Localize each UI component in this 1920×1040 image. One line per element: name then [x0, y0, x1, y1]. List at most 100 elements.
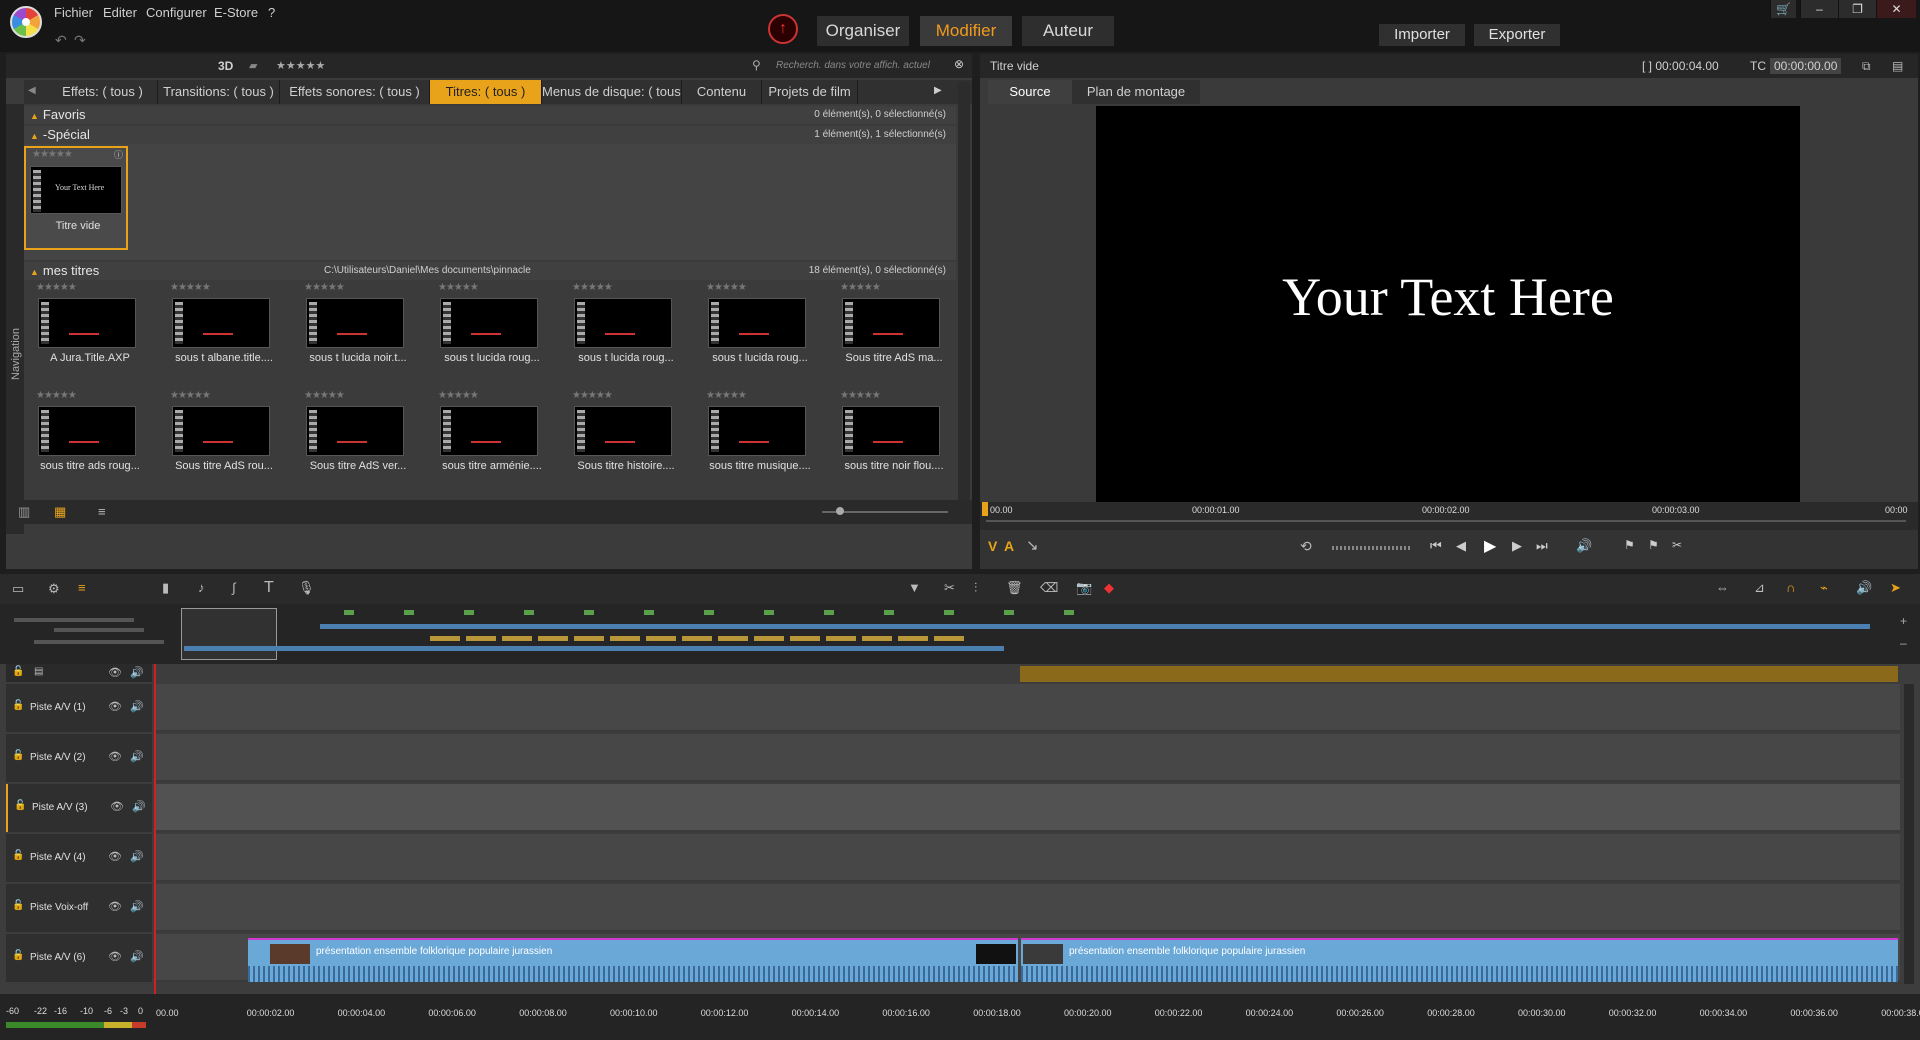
search-input[interactable]: Recherch. dans votre affich. actuel [776, 60, 930, 71]
tab-projets[interactable]: Projets de film [762, 80, 858, 104]
section-favoris[interactable]: ▲ Favoris 0 élément(s), 0 sélectionné(s) [24, 106, 956, 124]
tab-auteur[interactable]: Auteur [1022, 16, 1114, 46]
video-clip[interactable]: présentation ensemble folklorique popula… [248, 938, 1018, 982]
lock-icon[interactable]: 🔓 [12, 700, 24, 711]
mark-in-icon[interactable]: ⚑ [1624, 538, 1635, 552]
title-track-icon[interactable]: ▤ [34, 666, 43, 677]
timeline-layout-icon[interactable]: ▭ [12, 581, 24, 597]
snap-icon[interactable]: ≡ [78, 580, 86, 595]
list-view-icon[interactable]: ≡ [98, 504, 106, 519]
scrub-audio-icon[interactable]: ⌁ [1820, 580, 1828, 596]
navigation-sidebar[interactable]: Navigation [6, 104, 24, 534]
zoom-slider-handle[interactable] [836, 507, 844, 515]
rating-stars[interactable]: ★★★★★ [36, 282, 77, 293]
lock-icon[interactable]: 🔓 [12, 750, 24, 761]
rating-stars[interactable]: ★★★★★ [304, 390, 345, 401]
lock-icon[interactable]: 🔓 [12, 900, 24, 911]
lock-icon[interactable]: 🔓 [14, 800, 26, 811]
rating-stars[interactable]: ★★★★★ [572, 282, 613, 293]
send-to-timeline-icon[interactable]: ↘ [1026, 536, 1039, 554]
cart-icon[interactable]: 🛒 [1770, 0, 1796, 18]
eye-icon[interactable]: 👁 [108, 700, 122, 713]
zoom-out-icon[interactable]: – [1900, 636, 1907, 650]
title-item[interactable]: ★★★★★ A Jura.Title.AXP [30, 282, 140, 387]
timeline-ruler[interactable]: -60 -22 -16 -10 -6 -3 0 00.00 00:00:02.00 00:00:… [0, 994, 1920, 1040]
title-tool-icon[interactable]: T [264, 579, 274, 597]
redo-icon[interactable]: ↷ [74, 32, 86, 49]
eye-icon[interactable]: 👁 [108, 666, 122, 679]
title-item[interactable]: ★★★★★ sous t lucida roug... [566, 282, 676, 387]
clear-marks-icon[interactable]: ✂ [1672, 538, 1682, 552]
scrub-track[interactable] [986, 520, 1906, 522]
title-item[interactable]: ★★★★★ Sous titre AdS rou... [164, 390, 274, 495]
track-lane[interactable] [154, 684, 1900, 732]
title-item[interactable]: ★★★★★ Sous titre histoire.... [566, 390, 676, 495]
rating-stars[interactable]: ★★★★★ [706, 282, 747, 293]
title-item[interactable]: ★★★★★ sous titre musique.... [700, 390, 811, 495]
speaker-icon[interactable]: 🔊 [1856, 580, 1872, 596]
track-header[interactable]: 🔓 Piste A/V (6) 👁 🔊 [6, 934, 152, 982]
rating-stars[interactable]: ★★★★★ [840, 282, 881, 293]
speaker-icon[interactable]: 🔊 [130, 666, 144, 679]
tab-transitions[interactable]: Transitions: ( tous ) [158, 80, 280, 104]
eye-icon[interactable]: 👁 [108, 850, 122, 863]
delete-icon[interactable]: ⌫ [1040, 580, 1058, 596]
maximize-icon[interactable]: ❐ [1838, 0, 1876, 18]
speaker-icon[interactable]: 🔊 [130, 850, 144, 863]
loop-icon[interactable]: ⟲ [1300, 538, 1312, 555]
rating-stars[interactable]: ★★★★★ [304, 282, 345, 293]
magnet-icon[interactable]: ∩ [1786, 580, 1795, 595]
preview-scrubber[interactable]: 00.00 00:00:01.00 00:00:02.00 00:00:03.0… [980, 502, 1918, 530]
rating-stars[interactable]: ★★★★★ [840, 390, 881, 401]
menu-editer[interactable]: Editer [103, 5, 137, 20]
voiceover-mic-icon[interactable]: 🎙 [298, 580, 315, 596]
lock-icon[interactable]: 🔓 [12, 950, 24, 961]
insert-mode-icon[interactable]: ⊿ [1754, 580, 1765, 596]
section-special[interactable]: ▲ -Spécial 1 élément(s), 1 sélectionné(s) [24, 126, 956, 144]
panel-toggle-icon[interactable]: ▥ [18, 504, 30, 520]
sound-effect-icon[interactable]: ∫ [232, 580, 236, 595]
tabs-right-arrow-icon[interactable]: ▶ [934, 85, 942, 96]
title-item[interactable]: ★★★★★ sous t lucida roug... [432, 282, 542, 387]
track-header[interactable]: 🔓 Piste A/V (2) 👁 🔊 [6, 734, 152, 782]
playhead[interactable] [154, 664, 156, 994]
marker-icon[interactable]: ▼ [908, 580, 921, 595]
app-logo-icon[interactable] [10, 6, 42, 38]
info-icon[interactable]: ⓘ [114, 148, 123, 161]
tabs-left-arrow-icon[interactable]: ◀ [28, 85, 36, 96]
dynamic-length-icon[interactable]: ⇔ [1716, 580, 1729, 595]
rating-stars[interactable]: ★★★★★ [170, 282, 211, 293]
step-back-icon[interactable]: ◀ [1456, 538, 1466, 554]
menu-estore[interactable]: E-Store [214, 5, 258, 20]
tab-organiser[interactable]: Organiser [817, 16, 909, 46]
title-item[interactable]: ★★★★★ Sous titre AdS ver... [298, 390, 408, 495]
mark-out-icon[interactable]: ⚑ [1648, 538, 1659, 552]
export-button[interactable]: Exporter [1474, 24, 1560, 46]
tab-effets-sonores[interactable]: Effets sonores: ( tous ) [280, 80, 430, 104]
eye-icon[interactable]: 👁 [108, 750, 122, 763]
rating-stars[interactable]: ★★★★★ [438, 390, 479, 401]
video-toggle-icon[interactable]: V [988, 538, 997, 554]
title-item[interactable]: ★★★★★ sous titre ads roug... [30, 390, 140, 495]
settings-gear-icon[interactable]: ⚙ [48, 581, 60, 597]
split-icon[interactable]: ⫶ [974, 580, 977, 596]
layout-icon[interactable]: ▤ [1892, 54, 1903, 78]
popout-icon[interactable]: ⧉ [1862, 54, 1871, 78]
rating-filter[interactable]: ★★★★★ [276, 59, 325, 72]
play-icon[interactable]: ▶ [1484, 536, 1496, 556]
title-item[interactable]: ★★★★★ sous t albane.title.... [164, 282, 274, 387]
tag-icon[interactable]: ▰ [249, 59, 257, 72]
lock-icon[interactable]: 🔓 [12, 666, 24, 677]
eye-icon[interactable]: 👁 [110, 800, 124, 813]
tab-modifier[interactable]: Modifier [920, 16, 1012, 46]
rating-stars[interactable]: ★★★★★ [36, 390, 77, 401]
section-mes-titres[interactable]: ▲ mes titres C:\Utilisateurs\Daniel\Mes d… [24, 262, 956, 280]
title-item[interactable]: ★★★★★ sous t lucida noir.t... [298, 282, 408, 387]
undo-icon[interactable]: ↶ [55, 32, 67, 49]
speaker-icon[interactable]: 🔊 [130, 900, 144, 913]
title-item[interactable]: ★★★★★ sous t lucida roug... [700, 282, 810, 387]
audio-mixer-icon[interactable]: ▮ [162, 580, 169, 596]
speaker-icon[interactable]: 🔊 [130, 700, 144, 713]
rating-stars[interactable]: ★★★★★ [572, 390, 613, 401]
track-lane[interactable] [154, 784, 1900, 832]
